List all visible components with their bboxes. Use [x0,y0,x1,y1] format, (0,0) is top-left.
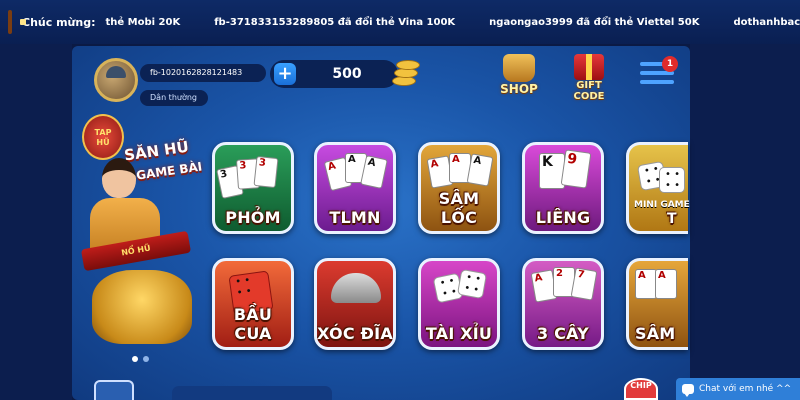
game-label: TLMN [329,208,381,227]
game-label: SÂM LỐC [438,189,480,227]
carousel-dot[interactable] [132,356,138,362]
winner-ticker: Chúc mừng: thẻ Mobi 20K fb-3718331532898… [0,0,800,44]
game-tile-sam-loc[interactable]: A A A SÂM LỐC [418,142,500,234]
game-tile-mini-game[interactable]: T [626,142,688,234]
jackpot-badge-line1: TAP [94,128,112,137]
gift-box-icon [574,54,604,80]
shop-button[interactable]: SHOP [496,54,542,104]
coin-stack-icon [388,54,420,88]
card: A [635,269,657,299]
chip-button[interactable]: CHIP [624,378,658,400]
dice-icon [456,268,488,300]
left-backdrop [0,44,72,400]
card: 3 [253,155,279,189]
gold-pot-icon [92,270,192,344]
card: 9 [560,149,592,189]
chat-bubble-icon [682,384,694,397]
gift-label-line1: GIFT [576,80,602,91]
bottom-left-button[interactable] [94,380,134,400]
ticker-message: ngaongao3999 đã đổi thẻ Viettel 50K [489,16,700,28]
chat-label: Chat với em nhé ^^ [699,384,792,394]
player-id: fb-1020162828121483 [140,64,266,82]
mini-game-label: MINI GAME [634,200,690,210]
balance-display: + 500 [270,60,398,88]
card: A [655,269,677,299]
game-label: LIÊNG [535,208,591,227]
ticker-message: fb-371833153289805 đã đổi thẻ Vina 100K [214,16,456,28]
ticker-label: Chúc mừng: [22,15,96,29]
game-tile-xoc-dia[interactable]: XÓC ĐĨA [314,258,396,350]
avatar[interactable] [94,58,138,102]
dice-icon [659,167,685,193]
game-label: PHỎM [225,208,281,227]
game-label: 3 CÂY [537,324,589,343]
jackpot-badge-line2: HŨ [96,138,110,147]
game-label: T [667,211,677,227]
game-label: BẦU CUA [233,305,273,343]
carousel-dots[interactable] [132,356,149,362]
game-tile-sam[interactable]: A A SÂM [626,258,688,350]
game-tile-phom[interactable]: 3 3 3 PHỎM [212,142,294,234]
notification-badge: 1 [662,56,678,72]
jackpot-badge[interactable]: TAP HŨ [82,114,124,160]
ticker-message: dothanhbac đã đổi thẻ Viettel 50K [733,16,800,28]
game-label: XÓC ĐĨA [317,324,393,343]
game-tile-lieng[interactable]: K 9 LIÊNG [522,142,604,234]
card: 7 [570,267,598,301]
gift-code-button[interactable]: GIFT CODE [568,54,610,104]
bottom-info-bar [172,386,332,400]
shop-label: SHOP [500,82,538,96]
bowl-icon [331,273,381,303]
carousel-dot[interactable] [143,356,149,362]
game-tile-3-cay[interactable]: A 2 7 3 CÂY [522,258,604,350]
shopping-bag-icon [503,54,535,82]
balance-value: 500 [332,66,362,82]
game-tile-bau-cua[interactable]: BẦU CUA [212,258,294,350]
add-funds-button[interactable]: + [274,63,296,85]
ticker-message: thẻ Mobi 20K [105,16,181,28]
gift-label-line2: CODE [573,91,605,102]
right-backdrop [690,44,800,400]
game-label: TÀI XỈU [425,324,493,343]
card: A [360,155,388,189]
player-rank: Dân thường [140,90,208,106]
game-label: SÂM [635,324,676,343]
card: A [466,153,494,187]
promo-character-head [102,158,136,198]
chat-button[interactable]: Chat với em nhé ^^ [676,378,800,400]
game-tile-tlmn[interactable]: A A A TLMN [314,142,396,234]
game-tile-tai-xiu[interactable]: TÀI XỈU [418,258,500,350]
treasure-chest-icon[interactable] [8,10,26,34]
